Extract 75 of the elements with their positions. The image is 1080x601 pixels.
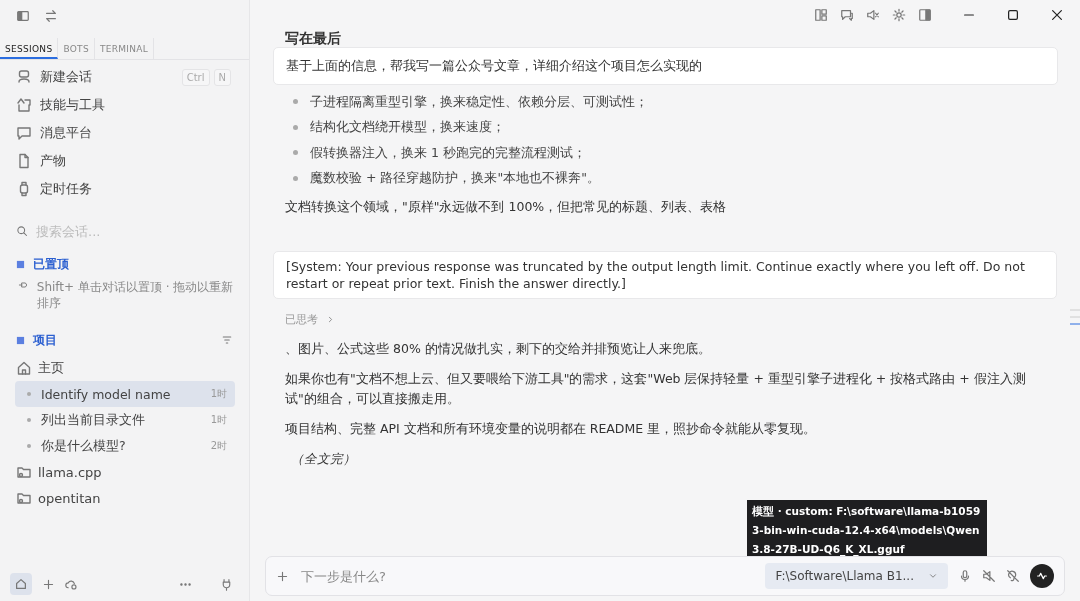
maximize-icon[interactable]	[1006, 8, 1020, 22]
grid-icon	[16, 259, 25, 269]
bullet-icon	[27, 418, 31, 422]
bullet-icon	[293, 99, 298, 105]
layout-icon[interactable]	[814, 8, 828, 22]
system-message: [System: Your previous response was truncated by the output length limit. Continue exactly where you left off. Do not restart or repeat prior text. Finish the answer directly.]	[273, 251, 1057, 299]
settings-icon[interactable]	[892, 8, 906, 22]
panel-icon[interactable]	[918, 8, 932, 22]
home-button[interactable]	[10, 573, 32, 595]
search-field[interactable]: 搜索会话...	[34, 222, 218, 240]
nav-item[interactable]: 产物	[16, 147, 249, 175]
shortcut-key: N	[213, 68, 231, 86]
grid-icon	[16, 335, 25, 345]
section-title: 已置顶	[33, 255, 70, 273]
session-item[interactable]: Identify model name 1时	[15, 381, 235, 407]
nav-item[interactable]: 消息平台	[16, 119, 249, 147]
home-icon	[16, 360, 32, 376]
folder-icon	[16, 464, 32, 480]
home-icon	[14, 577, 28, 591]
nav-item[interactable]: 技能与工具	[16, 91, 249, 119]
bullet-item: 假转换器注入，换来 1 秒跑完的完整流程测试；	[310, 143, 586, 162]
bullet-icon	[27, 444, 31, 448]
bullet-item: 魔数校验 + 路径穿越防护，换来"本地也不裸奔"。	[310, 169, 600, 188]
project-item[interactable]: 主页	[0, 355, 249, 381]
project-item[interactable]: opentitan	[0, 485, 249, 511]
bullet-item: 子进程隔离重型引擎，换来稳定性、依赖分层、可测试性；	[310, 92, 648, 111]
pin-icon	[18, 279, 29, 291]
outline-icon	[1070, 308, 1080, 326]
microphone-icon[interactable]	[958, 569, 972, 583]
model-dropdown[interactable]: F:\Software\Llama B1...	[765, 563, 948, 589]
close-icon[interactable]	[1050, 8, 1064, 22]
folder-icon	[16, 490, 32, 506]
project-item[interactable]: llama.cpp	[0, 459, 249, 485]
mute-icon[interactable]	[866, 8, 880, 22]
audio-off-icon[interactable]	[982, 569, 996, 583]
paragraph: 文档转换这个领域，"原样"永远做不到 100%，但把常见的标题、列表、表格	[284, 198, 728, 216]
session-item[interactable]: 你是什么模型? 2时	[15, 433, 235, 459]
document-icon	[16, 153, 32, 169]
swap-icon[interactable]	[44, 9, 58, 23]
user-prompt: 基于上面的信息，帮我写一篇公众号文章，详细介绍这个项目怎么实现的	[273, 47, 1058, 85]
bullet-icon	[293, 175, 298, 181]
chat-icon[interactable]	[840, 8, 854, 22]
bullet-icon	[293, 124, 298, 130]
plus-icon[interactable]	[276, 569, 289, 583]
chat-icon	[16, 125, 32, 141]
paragraph: 如果你也有"文档不想上云、但又要喂给下游工具"的需求，这套"Web 层保持轻量 + 重型引擎子进程化 + 按格式路由 + 假注入测试"的组合，可以直接搬走用。	[284, 370, 1027, 408]
session-time: 1时	[210, 387, 227, 401]
paragraph: 、图片、公式这些 80% 的情况做扎实，剩下的交给并排预览让人来兜底。	[284, 340, 712, 358]
hint-text: Shift+ 单击对话以置顶 · 拖动以重新排序	[36, 279, 235, 311]
sidebar-toggle-icon[interactable]	[16, 9, 30, 23]
sidebar-tab[interactable]: SESSIONS	[0, 38, 59, 59]
plug-icon[interactable]	[220, 577, 233, 591]
nav-item[interactable]: 新建会话 Ctrl N	[16, 63, 249, 91]
section-heading: 写在最后	[284, 30, 341, 46]
nav-item[interactable]: 定时任务	[16, 175, 249, 203]
session-time: 2时	[210, 439, 227, 453]
ending-text: （全文完）	[290, 450, 357, 468]
paragraph: 项目结构、完整 API 文档和所有环境变量的说明都在 README 里，照抄命令就能从零复现。	[284, 420, 818, 438]
bullet-icon	[27, 392, 31, 396]
bullet-item: 结构化文档绕开模型，换来速度；	[310, 118, 505, 137]
cloud-icon[interactable]	[65, 577, 78, 591]
section-title: 项目	[33, 331, 58, 349]
plus-icon[interactable]	[42, 577, 55, 591]
voice-button[interactable]	[1030, 564, 1054, 588]
chevron-icon	[326, 314, 335, 324]
search-icon	[16, 225, 28, 237]
session-item[interactable]: 列出当前目录文件 1时	[15, 407, 235, 433]
shortcut-key: Ctrl	[181, 68, 210, 86]
bullet-icon	[293, 150, 298, 156]
message-input[interactable]: 下一步是什么? F:\Software\Llama B1...	[265, 556, 1065, 596]
hearing-off-icon[interactable]	[1006, 569, 1020, 583]
session-time: 1时	[210, 413, 227, 427]
tools-icon	[16, 97, 32, 113]
robot-icon	[16, 69, 32, 85]
caret-icon	[928, 571, 938, 581]
